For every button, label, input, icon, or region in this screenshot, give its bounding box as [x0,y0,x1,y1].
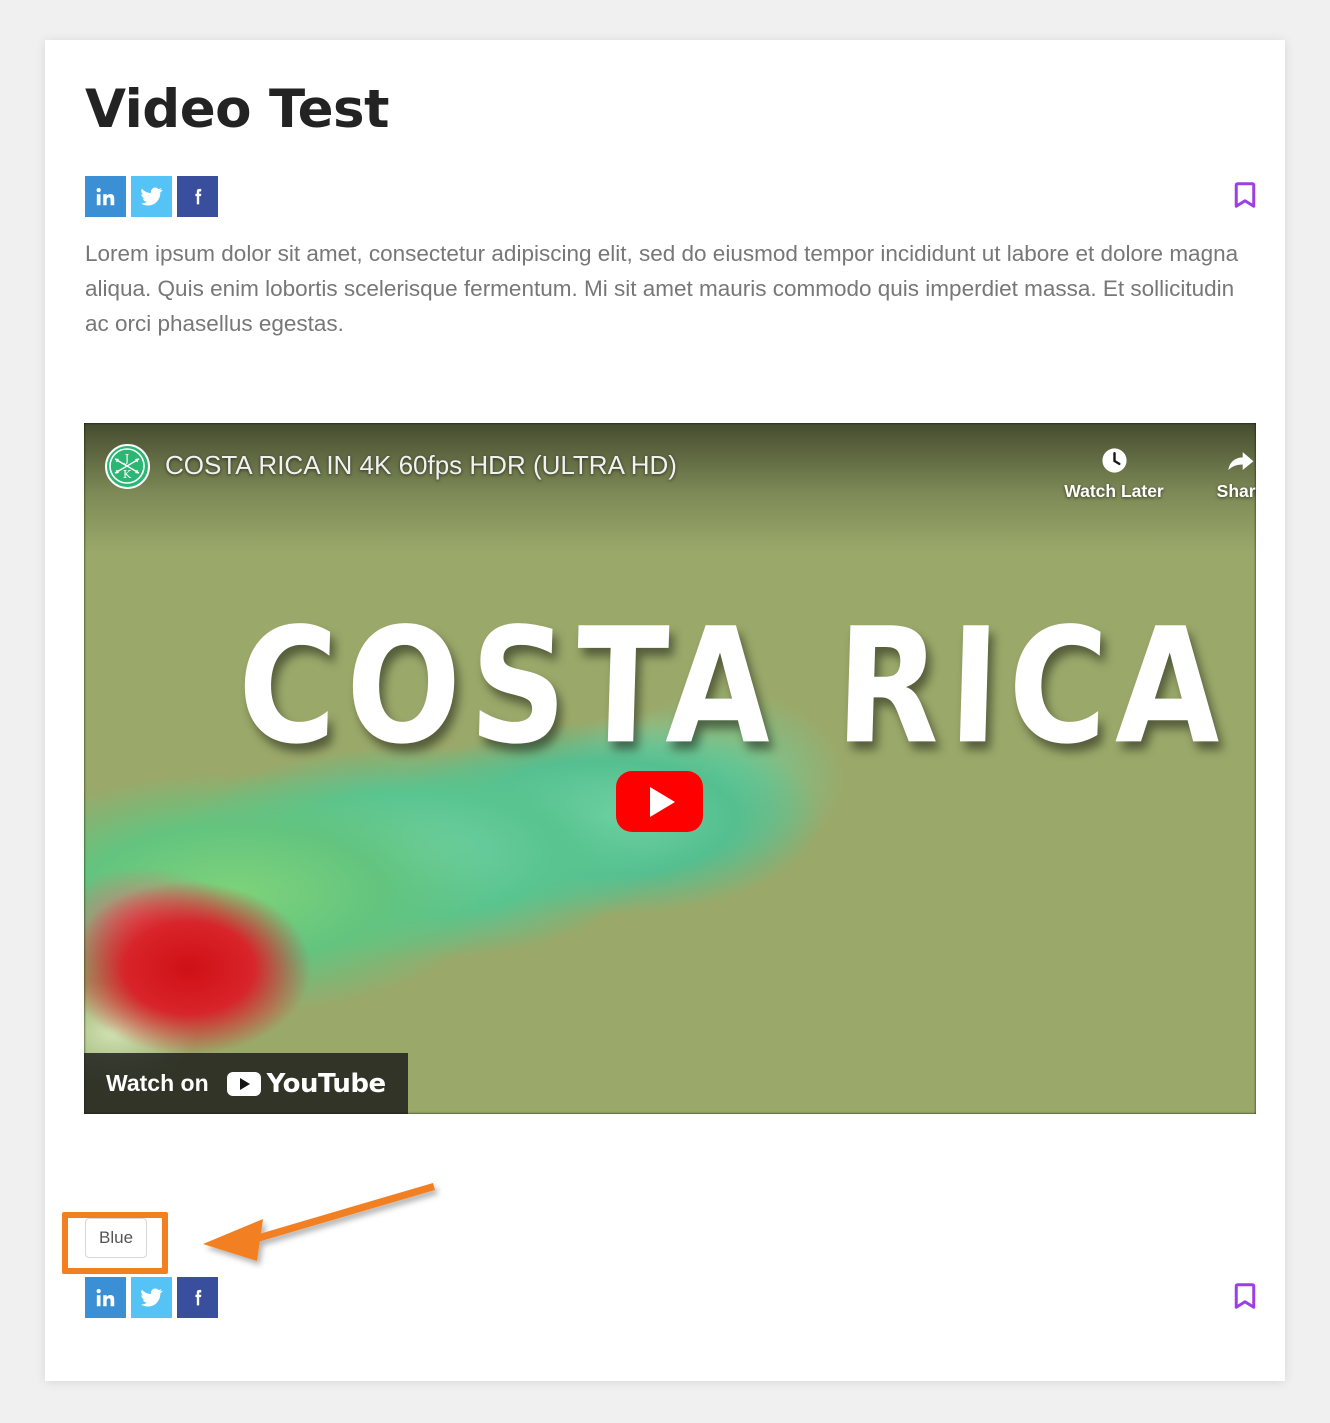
content-card: Video Test Lorem ipsum dolor sit amet, c… [45,40,1285,1381]
svg-text:J: J [124,452,129,465]
share-label: Share [1216,481,1256,501]
twitter-icon [140,187,163,206]
twitter-icon [140,1288,163,1307]
watch-on-youtube-button[interactable]: Watch on YouTube [84,1053,408,1114]
youtube-wordmark: YouTube [266,1068,386,1099]
share-twitter-button-bottom[interactable] [131,1277,172,1318]
watch-later-button[interactable]: Watch Later [1044,445,1184,502]
channel-logo-icon: J K [109,448,145,484]
bookmark-button-top[interactable] [1230,180,1260,210]
share-row-bottom [85,1277,218,1318]
watch-later-label: Watch Later [1064,481,1164,501]
youtube-video-embed[interactable]: COSTA RICA J K COSTA RICA IN 4K 60fps HD… [84,423,1256,1114]
tag-button-label: Blue [99,1228,134,1247]
watch-on-label: Watch on [106,1070,209,1096]
facebook-icon [194,188,201,204]
page-title: Video Test [85,79,389,140]
svg-text:K: K [123,468,132,481]
share-row-top [85,176,218,217]
share-linkedin-button[interactable] [85,176,126,217]
video-title[interactable]: COSTA RICA IN 4K 60fps HDR (ULTRA HD) [165,450,677,481]
body-paragraph: Lorem ipsum dolor sit amet, consectetur … [85,241,1239,336]
linkedin-icon [96,1288,114,1306]
bookmark-icon [1234,182,1256,208]
share-linkedin-button-bottom[interactable] [85,1277,126,1318]
bookmark-icon [1234,1283,1256,1309]
share-twitter-button[interactable] [131,176,172,217]
video-share-button[interactable]: Share [1196,445,1256,502]
facebook-icon [194,1289,201,1305]
play-button[interactable] [616,771,703,832]
screenshot-root: Video Test Lorem ipsum dolor sit amet, c… [0,0,1330,1423]
play-icon [649,786,675,817]
bookmark-button-bottom[interactable] [1230,1281,1260,1311]
tag-button-blue[interactable]: Blue [85,1218,148,1258]
clock-icon [1100,445,1129,475]
channel-avatar[interactable]: J K [105,444,150,489]
linkedin-icon [96,187,114,205]
share-facebook-button-bottom[interactable] [177,1277,218,1318]
share-facebook-button[interactable] [177,176,218,217]
share-arrow-icon [1226,445,1257,475]
youtube-logo: YouTube [226,1068,386,1099]
youtube-play-icon [226,1071,261,1096]
